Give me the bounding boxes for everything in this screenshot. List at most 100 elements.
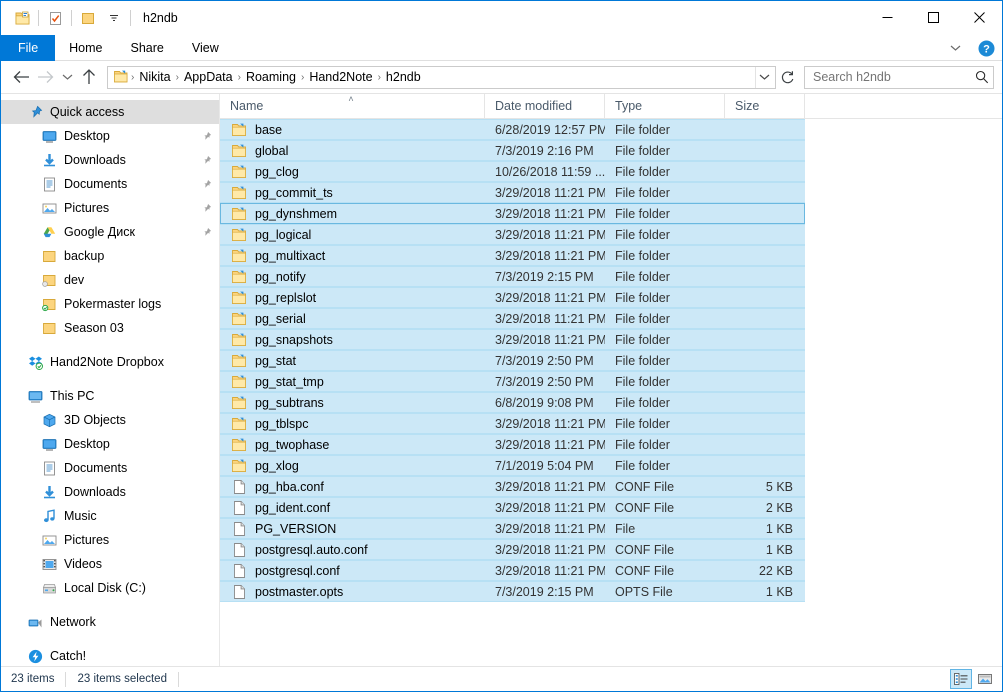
breadcrumb-item-appdata[interactable]: AppData [180,68,237,87]
file-name-label: base [255,122,283,137]
sidebar-item-3d-objects[interactable]: 3D Objects [1,408,219,432]
file-rows-container[interactable]: base 6/28/2019 12:57 PM File folder global 7… [220,119,1002,666]
table-row[interactable]: pg_dynshmem 3/29/2018 11:21 PM File folder [220,203,1002,224]
help-icon[interactable]: ? [976,38,996,58]
tab-home[interactable]: Home [55,35,116,61]
pictures-icon [41,200,57,216]
table-row[interactable]: pg_notify 7/3/2019 2:15 PM File folder [220,266,1002,287]
sidebar-item-season-03[interactable]: Season 03 [1,316,219,340]
sidebar-item-pictures[interactable]: Pictures [1,196,219,220]
search-input[interactable] [813,70,975,84]
sidebar-item-music[interactable]: Music [1,504,219,528]
table-row[interactable]: pg_tblspc 3/29/2018 11:21 PM File folder [220,413,1002,434]
table-row[interactable]: base 6/28/2019 12:57 PM File folder [220,119,1002,140]
details-view-button[interactable] [950,669,972,689]
table-row[interactable]: pg_commit_ts 3/29/2018 11:21 PM File folde… [220,182,1002,203]
this-pc-icon [27,388,43,404]
folder-icon [231,353,247,369]
table-row[interactable]: pg_multixact 3/29/2018 11:21 PM File folde… [220,245,1002,266]
sidebar-item-downloads-pc[interactable]: Downloads [1,480,219,504]
sidebar-item-desktop-pc[interactable]: Desktop [1,432,219,456]
table-row[interactable]: pg_xlog 7/1/2019 5:04 PM File folder [220,455,1002,476]
table-row[interactable]: pg_logical 3/29/2018 11:21 PM File folder [220,224,1002,245]
customize-quick-access-icon[interactable] [101,6,127,30]
sidebar-item-network[interactable]: Network [1,610,219,634]
tab-file[interactable]: File [1,35,56,61]
tab-view[interactable]: View [178,35,233,61]
column-header-type[interactable]: Type [605,94,725,118]
search-box[interactable] [804,65,994,89]
table-row[interactable]: pg_twophase 3/29/2018 11:21 PM File folder [220,434,1002,455]
pin-icon[interactable] [199,179,213,190]
table-row[interactable]: postgresql.conf 3/29/2018 11:21 PM CONF Fi… [220,560,1002,581]
sidebar-item-desktop[interactable]: Desktop [1,124,219,148]
folder-icon [231,164,247,180]
sidebar-item-catch[interactable]: Catch! [1,644,219,666]
table-row[interactable]: pg_snapshots 3/29/2018 11:21 PM File folde… [220,329,1002,350]
sidebar-item-downloads[interactable]: Downloads [1,148,219,172]
sidebar-item-videos[interactable]: Videos [1,552,219,576]
breadcrumb[interactable]: › Nikita › AppData › Roaming › Hand2Note… [107,65,776,89]
breadcrumb-item-roaming[interactable]: Roaming [242,68,300,87]
refresh-icon[interactable] [776,66,798,89]
pin-icon[interactable] [199,203,213,214]
table-row[interactable]: postmaster.opts 7/3/2019 2:15 PM OPTS File… [220,581,1002,602]
sidebar-item-google-drive[interactable]: Google Диск [1,220,219,244]
table-row[interactable]: pg_serial 3/29/2018 11:21 PM File folder [220,308,1002,329]
sidebar-item-local-disk-c[interactable]: Local Disk (C:) [1,576,219,600]
sidebar-item-documents-pc[interactable]: Documents [1,456,219,480]
back-button[interactable] [9,65,33,89]
sidebar-item-pokermaster-logs[interactable]: Pokermaster logs [1,292,219,316]
folder-sync-icon [41,272,57,288]
folder-properties-icon[interactable] [9,6,35,30]
3d-objects-icon [41,412,57,428]
table-row[interactable]: PG_VERSION 3/29/2018 11:21 PM File 1 KB [220,518,1002,539]
file-name-label: pg_logical [255,227,312,242]
column-header-size[interactable]: Size [725,94,805,118]
sidebar-item-hand2note-dropbox[interactable]: Hand2Note Dropbox [1,350,219,374]
chevron-down-icon[interactable] [755,66,773,88]
cell-type: File folder [615,395,670,410]
sidebar-item-dev[interactable]: dev [1,268,219,292]
minimize-button[interactable] [864,1,910,33]
sidebar-item-pictures-pc[interactable]: Pictures [1,528,219,552]
quick-access-toolbar [1,6,134,30]
desktop-icon [41,436,57,452]
search-icon[interactable] [975,70,989,84]
table-row[interactable]: pg_clog 10/26/2018 11:59 ... File folder [220,161,1002,182]
pin-icon[interactable] [199,155,213,166]
recent-locations-button[interactable] [57,65,77,89]
cell-date-modified: 3/29/2018 11:21 PM [495,206,605,221]
folder-icon[interactable] [75,6,101,30]
table-row[interactable]: pg_ident.conf 3/29/2018 11:21 PM CONF File… [220,497,1002,518]
new-folder-icon[interactable] [42,6,68,30]
table-row[interactable]: pg_subtrans 6/8/2019 9:08 PM File folder [220,392,1002,413]
chevron-down-icon[interactable] [944,38,966,58]
sidebar-item-quick-access[interactable]: Quick access [1,100,219,124]
table-row[interactable]: pg_stat 7/3/2019 2:50 PM File folder [220,350,1002,371]
forward-button[interactable] [33,65,57,89]
breadcrumb-item-h2ndb[interactable]: h2ndb [382,68,425,87]
navigation-pane[interactable]: Quick access Desktop Downloads Documents… [1,94,220,666]
pin-icon[interactable] [199,131,213,142]
table-row[interactable]: global 7/3/2019 2:16 PM File folder [220,140,1002,161]
sidebar-item-this-pc[interactable]: This PC [1,384,219,408]
table-row[interactable]: postgresql.auto.conf 3/29/2018 11:21 PM CO… [220,539,1002,560]
large-icons-view-button[interactable] [974,669,996,689]
sidebar-item-documents[interactable]: Documents [1,172,219,196]
tab-share[interactable]: Share [117,35,178,61]
maximize-button[interactable] [910,1,956,33]
table-row[interactable]: pg_stat_tmp 7/3/2019 2:50 PM File folder [220,371,1002,392]
table-row[interactable]: pg_hba.conf 3/29/2018 11:21 PM CONF File 5 … [220,476,1002,497]
file-name-label: pg_xlog [255,458,299,473]
column-header-date-modified[interactable]: Date modified [485,94,605,118]
column-header-name[interactable]: ˄ Name [220,94,485,118]
table-row[interactable]: pg_replslot 3/29/2018 11:21 PM File folder [220,287,1002,308]
up-button[interactable] [77,65,101,89]
close-button[interactable] [956,1,1002,33]
breadcrumb-item-nikita[interactable]: Nikita [135,68,174,87]
sidebar-item-backup[interactable]: backup [1,244,219,268]
breadcrumb-item-hand2note[interactable]: Hand2Note [305,68,376,87]
pin-icon[interactable] [199,227,213,238]
cell-name: base [220,122,485,138]
